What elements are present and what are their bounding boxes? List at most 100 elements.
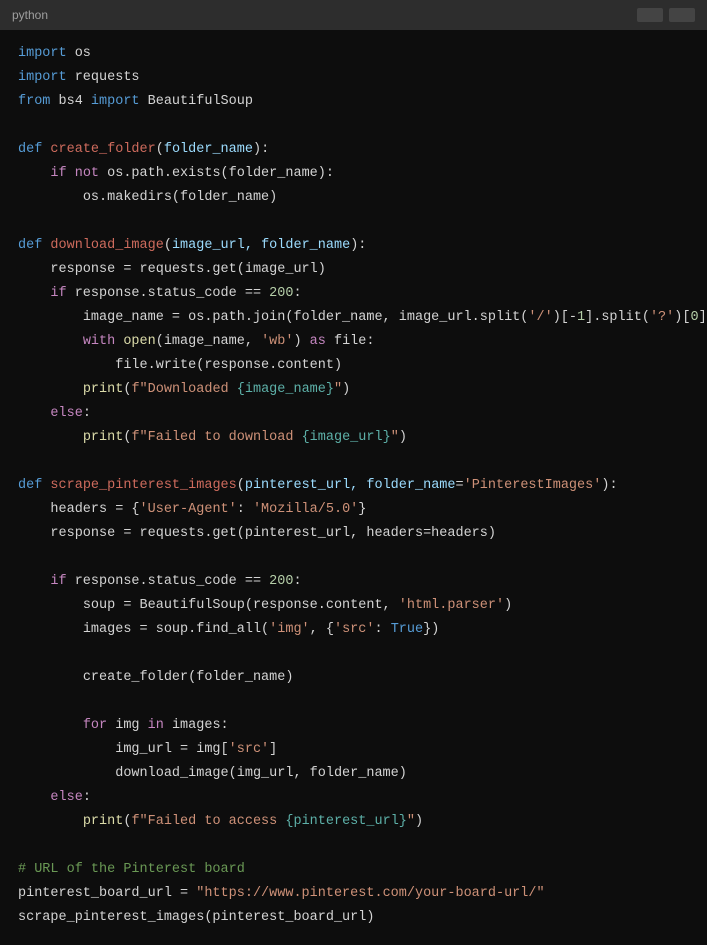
paren: ): [415, 814, 423, 829]
colon: :: [83, 790, 91, 805]
indent: [18, 286, 50, 301]
params: image_url, folder_name: [172, 238, 350, 253]
expr: ]: [269, 742, 277, 757]
module-bs4: bs4: [50, 94, 91, 109]
paren: (: [164, 238, 172, 253]
expr: response.status_code ==: [67, 286, 270, 301]
keyword-def: def: [18, 478, 42, 493]
string: '/': [528, 310, 552, 325]
colon: :: [293, 574, 301, 589]
string: '?': [650, 310, 674, 325]
expr: img_url = img[: [115, 742, 228, 757]
builtin-print: print: [83, 382, 124, 397]
paren: ):: [350, 238, 366, 253]
module-requests: requests: [67, 70, 140, 85]
expr: file.write(response.content): [115, 358, 342, 373]
keyword-else: else: [50, 790, 82, 805]
eq: =: [456, 478, 464, 493]
expr: os.makedirs(folder_name): [83, 190, 277, 205]
number: 0: [690, 310, 698, 325]
keyword-def: def: [18, 142, 42, 157]
space: [67, 166, 75, 181]
function-name: scrape_pinterest_images: [42, 478, 236, 493]
code-header: python: [0, 0, 707, 30]
expr: (image_name,: [156, 334, 261, 349]
expr: ): [293, 334, 309, 349]
expr: scrape_pinterest_images(pinterest_board_…: [18, 910, 374, 925]
paren: ): [399, 430, 407, 445]
fstring: f"Failed to access: [131, 814, 285, 829]
class-beautifulsoup: BeautifulSoup: [140, 94, 253, 109]
header-button-2[interactable]: [669, 8, 695, 22]
quote: ": [407, 814, 415, 829]
indent: [18, 406, 50, 421]
fstring-expr: {pinterest_url}: [285, 814, 407, 829]
keyword-def: def: [18, 238, 42, 253]
expr: :: [237, 502, 253, 517]
expr: :: [375, 622, 391, 637]
number: 200: [269, 574, 293, 589]
keyword-in: in: [148, 718, 164, 733]
string: "https://www.pinterest.com/your-board-ur…: [196, 886, 544, 901]
params: pinterest_url, folder_name: [245, 478, 456, 493]
fstring-expr: {image_name}: [237, 382, 334, 397]
paren: (: [156, 142, 164, 157]
indent: [18, 190, 83, 205]
string: 'src': [229, 742, 270, 757]
keyword-as: as: [310, 334, 326, 349]
string: 'User-Agent': [140, 502, 237, 517]
keyword-with: with: [83, 334, 115, 349]
keyword-import: import: [18, 46, 67, 61]
indent: [18, 790, 50, 805]
keyword-else: else: [50, 406, 82, 421]
indent: [18, 742, 115, 757]
language-label: python: [12, 8, 48, 22]
indent: [18, 166, 50, 181]
indent: [18, 622, 83, 637]
fstring: f"Downloaded: [131, 382, 236, 397]
string: 'Mozilla/5.0': [253, 502, 358, 517]
module-os: os: [67, 46, 91, 61]
comment: # URL of the Pinterest board: [18, 862, 245, 877]
expr: download_image(img_url, folder_name): [115, 766, 407, 781]
expr: pinterest_board_url =: [18, 886, 196, 901]
paren: ): [342, 382, 350, 397]
header-button-group: [637, 8, 695, 22]
indent: [18, 574, 50, 589]
builtin-print: print: [83, 430, 124, 445]
indent: [18, 502, 50, 517]
string: 'PinterestImages': [464, 478, 602, 493]
builtin-print: print: [83, 814, 124, 829]
param: folder_name: [164, 142, 253, 157]
keyword-import: import: [91, 94, 140, 109]
fstring-expr: {image_url}: [302, 430, 391, 445]
indent: [18, 526, 50, 541]
expr: )[-: [553, 310, 577, 325]
expr: }: [358, 502, 366, 517]
colon: :: [293, 286, 301, 301]
expr: soup = BeautifulSoup(response.content,: [83, 598, 399, 613]
keyword-import: import: [18, 70, 67, 85]
string: 'img': [269, 622, 310, 637]
expr: , {: [310, 622, 334, 637]
indent: [18, 670, 83, 685]
expr: create_folder(folder_name): [83, 670, 294, 685]
keyword-not: not: [75, 166, 99, 181]
header-button-1[interactable]: [637, 8, 663, 22]
indent: [18, 382, 83, 397]
string: 'src': [334, 622, 375, 637]
keyword-if: if: [50, 166, 66, 181]
function-name: download_image: [42, 238, 164, 253]
expr: ]): [699, 310, 707, 325]
keyword-if: if: [50, 286, 66, 301]
expr: images = soup.find_all(: [83, 622, 269, 637]
indent: [18, 358, 115, 373]
indent: [18, 262, 50, 277]
keyword-if: if: [50, 574, 66, 589]
paren: ):: [253, 142, 269, 157]
indent: [18, 814, 83, 829]
keyword-from: from: [18, 94, 50, 109]
expr: ].split(: [585, 310, 650, 325]
quote: ": [334, 382, 342, 397]
code-block: import os import requests from bs4 impor…: [0, 30, 707, 942]
